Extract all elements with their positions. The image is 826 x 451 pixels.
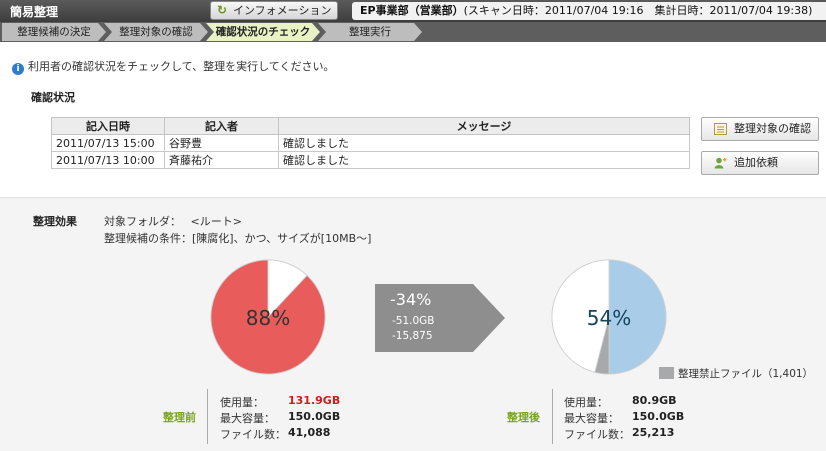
before-files-label: ファイル数： <box>220 428 286 441</box>
reduction-files: -15,875 <box>392 330 433 342</box>
reduction-size: -51.0GB <box>392 315 435 327</box>
legend-swatch <box>659 367 674 379</box>
usage-charts <box>210 259 667 375</box>
after-title: 整理後 <box>507 411 540 424</box>
after-percent: 54% <box>586 306 632 330</box>
after-files-value: 25,213 <box>632 426 675 439</box>
before-capacity-value: 150.0GB <box>288 410 341 423</box>
after-usage-value: 80.9GB <box>632 394 677 407</box>
after-usage-label: 使用量： <box>564 396 608 409</box>
reduction-percent: -34% <box>390 290 432 309</box>
before-percent: 88% <box>245 306 291 330</box>
after-capacity-value: 150.0GB <box>632 410 685 423</box>
before-title: 整理前 <box>163 411 196 424</box>
before-usage-value: 131.9GB <box>288 394 341 407</box>
after-divider <box>552 389 553 444</box>
app-window: 簡易整理 ↻ インフォメーションへ EP事業部（営業部）(スキャン日時：2011… <box>0 0 826 451</box>
before-usage-label: 使用量： <box>220 396 264 409</box>
before-files-value: 41,088 <box>288 426 331 439</box>
legend-locked-files: 整理禁止ファイル（1,401） <box>659 366 813 381</box>
before-divider <box>207 389 208 444</box>
after-capacity-label: 最大容量： <box>564 412 619 425</box>
after-files-label: ファイル数： <box>564 428 630 441</box>
legend-label: 整理禁止ファイル（1,401） <box>678 368 814 380</box>
before-capacity-label: 最大容量： <box>220 412 275 425</box>
